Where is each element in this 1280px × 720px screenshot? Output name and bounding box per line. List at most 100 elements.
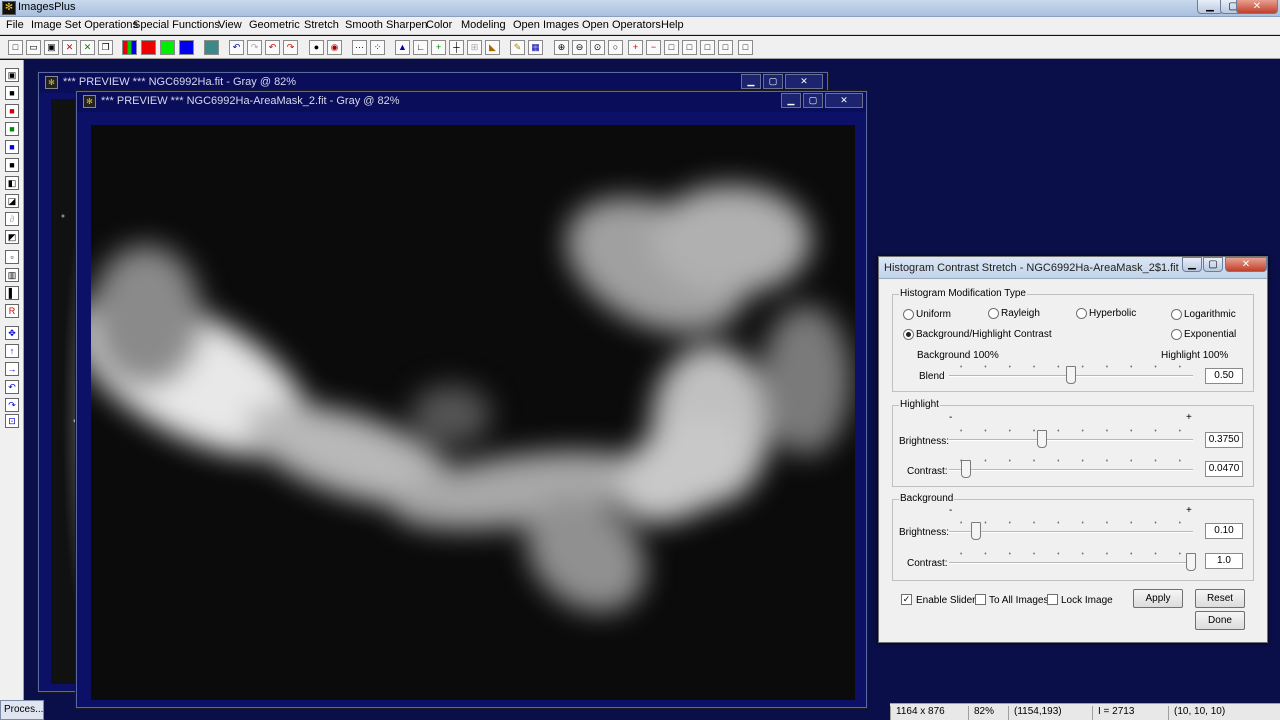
mask-image[interactable] (91, 125, 855, 700)
axis-icon[interactable]: ∟ (413, 40, 428, 55)
radio-rayleigh[interactable] (988, 308, 999, 319)
green-channel-icon[interactable] (160, 40, 175, 55)
redo-all-icon[interactable]: ↷ (283, 40, 298, 55)
save-tool-icon[interactable]: ▣ (5, 68, 19, 82)
lock-image-checkbox[interactable] (1047, 594, 1058, 605)
mono-tool-icon[interactable]: ■ (5, 158, 19, 172)
crosshair-icon[interactable]: ┼ (449, 40, 464, 55)
background-contrast-slider[interactable] (949, 552, 1196, 571)
select-tool-icon[interactable]: ▫ (5, 250, 19, 264)
grid-icon[interactable]: ⊞ (467, 40, 482, 55)
bars-tool-icon[interactable]: ▥ (5, 268, 19, 282)
radio-background-highlight[interactable] (903, 329, 914, 340)
frame-2-icon[interactable]: □ (682, 40, 697, 55)
radio-exponential[interactable] (1171, 329, 1182, 340)
background-brightness-thumb[interactable] (970, 522, 981, 540)
menu-help[interactable]: Help (661, 19, 684, 31)
front-close-button[interactable]: ✕ (825, 93, 863, 108)
grayscale-icon[interactable] (204, 40, 219, 55)
new-file-icon[interactable]: □ (8, 40, 23, 55)
close-all-icon[interactable]: ✕ (80, 40, 95, 55)
blend-slider-thumb[interactable] (1066, 366, 1076, 384)
highlight-contrast-value[interactable]: 0.0470 (1205, 461, 1243, 477)
frame-3-icon[interactable]: □ (700, 40, 715, 55)
menu-modeling[interactable]: Modeling (461, 19, 506, 31)
highlight-brightness-thumb[interactable] (1036, 430, 1047, 448)
front-minimize-button[interactable]: ▁ (781, 93, 801, 108)
blue-channel-icon[interactable] (179, 40, 194, 55)
background-brightness-value[interactable]: 0.10 (1205, 523, 1243, 539)
taskbar-process-item[interactable]: Proces... (0, 700, 44, 720)
dialog-maximize-button[interactable]: ▢ (1203, 257, 1223, 272)
layer-tool-icon[interactable]: ◧ (5, 176, 19, 190)
zoom-actual-icon[interactable]: ○ (608, 40, 623, 55)
dialog-close-button[interactable]: ✕ (1225, 257, 1267, 272)
redo-icon[interactable]: ↷ (247, 40, 262, 55)
pencil-icon[interactable]: ✎ (510, 40, 525, 55)
dots-icon[interactable]: ⋯ (352, 40, 367, 55)
black-tool-icon[interactable]: ■ (5, 86, 19, 100)
blend-slider[interactable] (949, 365, 1193, 384)
rotate-right-icon[interactable]: ↷ (5, 398, 19, 412)
dialog-minimize-button[interactable]: ▁ (1182, 257, 1202, 272)
bar-tool-icon[interactable]: ▌ (5, 286, 19, 300)
menu-image-set-operations[interactable]: Image Set Operations (31, 19, 138, 31)
highlight-brightness-value[interactable]: 0.3750 (1205, 432, 1243, 448)
zoom-out-icon[interactable]: ⊖ (572, 40, 587, 55)
undo-all-icon[interactable]: ↶ (265, 40, 280, 55)
apply-button[interactable]: Apply (1133, 589, 1183, 608)
histogram-icon[interactable]: ▲ (395, 40, 410, 55)
menu-stretch[interactable]: Stretch (304, 19, 339, 31)
enable-slider-checkbox[interactable]: ✓ (901, 594, 912, 605)
open-folder-icon[interactable]: ▭ (26, 40, 41, 55)
zoom-in-icon[interactable]: ⊕ (554, 40, 569, 55)
add-icon[interactable]: + (431, 40, 446, 55)
rotate-left-icon[interactable]: ↶ (5, 380, 19, 394)
rgb-icon[interactable] (122, 40, 137, 55)
menu-open-images[interactable]: Open Images (513, 19, 579, 31)
red-channel-icon[interactable] (141, 40, 156, 55)
radio-hyperbolic[interactable] (1076, 308, 1087, 319)
frame-4-icon[interactable]: □ (718, 40, 733, 55)
minus-box-icon[interactable]: − (646, 40, 661, 55)
points-icon[interactable]: ⁘ (370, 40, 385, 55)
back-minimize-button[interactable]: ▁ (741, 74, 761, 89)
menu-geometric[interactable]: Geometric (249, 19, 300, 31)
preview-window-front-titlebar[interactable]: ✻ *** PREVIEW *** NGC6992Ha-AreaMask_2.f… (77, 92, 866, 112)
diagonal-tool-icon[interactable]: ◩ (5, 230, 19, 244)
green-tool-icon[interactable]: ■ (5, 122, 19, 136)
chart-icon[interactable]: ◣ (485, 40, 500, 55)
undo-icon[interactable]: ↶ (229, 40, 244, 55)
radio-uniform[interactable] (903, 309, 914, 320)
front-maximize-button[interactable]: ▢ (803, 93, 823, 108)
table-icon[interactable]: ▦ (528, 40, 543, 55)
up-arrow-icon[interactable]: ↑ (5, 344, 19, 358)
highlight-contrast-slider[interactable] (949, 459, 1193, 478)
back-close-button[interactable]: ✕ (785, 74, 823, 89)
highlight-brightness-slider[interactable] (949, 429, 1193, 448)
flip-icon[interactable]: ⊡ (5, 414, 19, 428)
menu-smooth-sharpen[interactable]: Smooth Sharpen (345, 19, 428, 31)
menu-file[interactable]: File (6, 19, 24, 31)
back-maximize-button[interactable]: ▢ (763, 74, 783, 89)
move-tool-icon[interactable]: ✥ (5, 326, 19, 340)
radio-logarithmic[interactable] (1171, 309, 1182, 320)
reset-button[interactable]: Reset (1195, 589, 1245, 608)
menu-color[interactable]: Color (426, 19, 452, 31)
background-contrast-value[interactable]: 1.0 (1205, 553, 1243, 569)
preview-window-front[interactable]: ✻ *** PREVIEW *** NGC6992Ha-AreaMask_2.f… (76, 91, 867, 708)
copy-icon[interactable]: ❐ (98, 40, 113, 55)
target-icon[interactable]: ◉ (327, 40, 342, 55)
to-all-images-checkbox[interactable] (975, 594, 986, 605)
menu-open-operators[interactable]: Open Operators (582, 19, 661, 31)
dialog-titlebar[interactable]: Histogram Contrast Stretch - NGC6992Ha-A… (879, 257, 1267, 279)
close-image-icon[interactable]: ✕ (62, 40, 77, 55)
save-icon[interactable]: ▣ (44, 40, 59, 55)
menu-special-functions[interactable]: Special Functions (133, 19, 220, 31)
frame-1-icon[interactable]: □ (664, 40, 679, 55)
red-tool-icon[interactable]: ■ (5, 104, 19, 118)
crop-tool-icon[interactable]: R (5, 304, 19, 318)
menu-view[interactable]: View (218, 19, 242, 31)
background-brightness-slider[interactable] (949, 521, 1193, 540)
right-arrow-icon[interactable]: → (5, 362, 19, 376)
